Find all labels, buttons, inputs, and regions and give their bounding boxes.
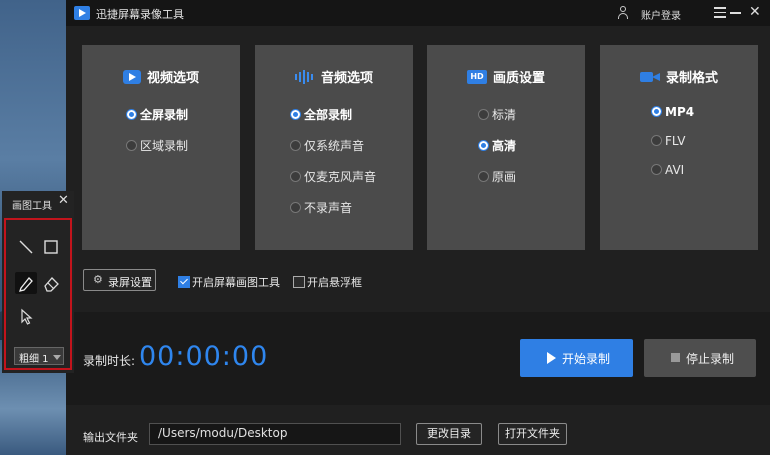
stop-record-button[interactable]: 停止录制	[644, 339, 756, 377]
checkbox-checked-icon	[178, 276, 190, 288]
drawing-toolbox: 画图工具 ✕ 粗细 1	[2, 191, 74, 373]
play-icon	[547, 352, 556, 364]
radio-quality-original[interactable]: 原画	[478, 168, 516, 185]
radio-record-all-audio[interactable]: 全部录制	[290, 106, 352, 123]
checkbox-unchecked-icon	[293, 276, 305, 288]
gear-icon: ⚙	[93, 273, 103, 286]
pointer-tool-icon[interactable]	[15, 305, 37, 327]
panel-title-audio: 音频选项	[255, 67, 413, 86]
close-icon[interactable]: ✕	[749, 5, 761, 19]
login-link[interactable]: 账户登录	[641, 7, 681, 22]
open-folder-button[interactable]: 打开文件夹	[498, 423, 567, 445]
panel-title-quality: HD 画质设置	[427, 67, 585, 86]
radio-quality-standard[interactable]: 标清	[478, 106, 516, 123]
recording-area: 录制时长: 00:00:00 开始录制 停止录制	[66, 312, 770, 405]
radio-area-record[interactable]: 区域录制	[126, 137, 188, 154]
panel-video-options: 视频选项 全屏录制 区域录制	[82, 45, 240, 250]
radio-format-avi[interactable]: AVI	[651, 163, 684, 177]
eraser-tool-icon[interactable]	[40, 272, 62, 294]
radio-icon	[290, 109, 301, 120]
audio-wave-icon	[294, 69, 315, 84]
radio-system-audio-only[interactable]: 仅系统声音	[290, 137, 364, 154]
radio-icon	[290, 171, 301, 182]
output-path-field[interactable]: /Users/modu/Desktop	[149, 423, 401, 445]
toolbox-header: 画图工具 ✕	[2, 191, 74, 215]
checkbox-floating-box[interactable]: 开启悬浮框	[293, 274, 362, 290]
user-icon[interactable]	[618, 6, 628, 19]
radio-quality-high[interactable]: 高清	[478, 137, 516, 154]
panel-record-format: 录制格式 MP4 FLV AVI	[600, 45, 758, 250]
thickness-select[interactable]: 粗细 1	[14, 347, 64, 365]
rectangle-tool-icon[interactable]	[40, 236, 62, 258]
radio-icon	[651, 106, 662, 117]
duration-label: 录制时长:	[83, 354, 136, 368]
radio-format-mp4[interactable]: MP4	[651, 105, 694, 119]
radio-fullscreen-record[interactable]: 全屏录制	[126, 106, 188, 123]
radio-icon	[478, 140, 489, 151]
radio-icon	[651, 164, 662, 175]
pen-tool-icon[interactable]	[15, 272, 37, 294]
panel-quality-settings: HD 画质设置 标清 高清 原画	[427, 45, 585, 250]
radio-icon	[651, 135, 662, 146]
radio-icon	[478, 171, 489, 182]
checkbox-drawing-tool[interactable]: 开启屏幕画图工具	[178, 274, 280, 290]
menu-icon[interactable]	[714, 7, 726, 18]
radio-icon	[290, 140, 301, 151]
radio-format-flv[interactable]: FLV	[651, 134, 685, 148]
camera-icon	[639, 70, 660, 84]
radio-icon	[478, 109, 489, 120]
minimize-icon[interactable]	[730, 12, 741, 14]
panel-title-video: 视频选项	[82, 67, 240, 86]
hd-icon: HD	[466, 69, 487, 84]
radio-no-audio[interactable]: 不录声音	[290, 199, 352, 216]
radio-microphone-only[interactable]: 仅麦克风声音	[290, 168, 376, 185]
output-folder-label: 输出文件夹	[83, 431, 138, 444]
change-directory-button[interactable]: 更改目录	[416, 423, 482, 445]
title-bar: 迅捷屏幕录像工具 账户登录 ✕	[66, 0, 770, 26]
panel-title-format: 录制格式	[600, 67, 758, 86]
app-title: 迅捷屏幕录像工具	[96, 8, 184, 21]
radio-icon	[290, 202, 301, 213]
video-icon	[122, 69, 141, 84]
app-logo-icon	[74, 6, 90, 20]
stop-icon	[671, 353, 680, 362]
toolbox-title: 画图工具	[12, 201, 52, 212]
radio-icon	[126, 109, 137, 120]
start-record-button[interactable]: 开始录制	[520, 339, 633, 377]
radio-icon	[126, 140, 137, 151]
toolbox-close-icon[interactable]: ✕	[58, 194, 69, 208]
line-tool-icon[interactable]	[15, 236, 37, 258]
record-settings-button[interactable]: ⚙ 录屏设置	[83, 269, 156, 291]
app-window: 迅捷屏幕录像工具 账户登录 ✕ 视频选项 全屏录制 区域录制 音频选项 全部录制…	[66, 0, 770, 455]
recording-timer: 00:00:00	[139, 341, 269, 372]
panel-audio-options: 音频选项 全部录制 仅系统声音 仅麦克风声音 不录声音	[255, 45, 413, 250]
chevron-down-icon	[53, 355, 61, 360]
